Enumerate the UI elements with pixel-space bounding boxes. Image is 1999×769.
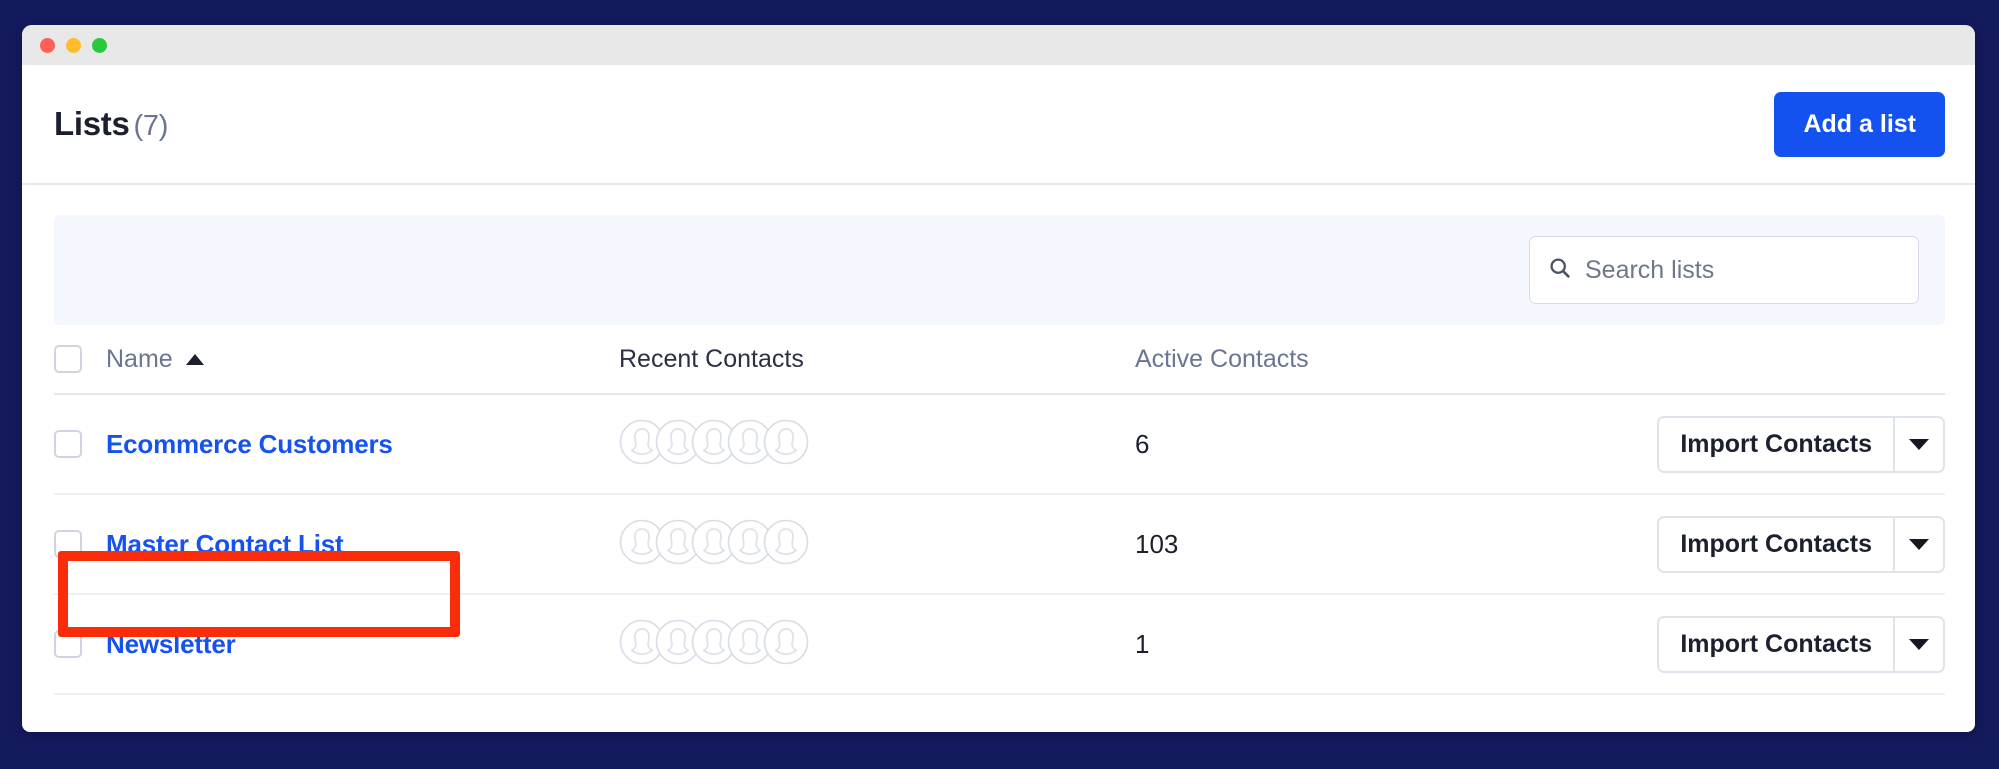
avatar bbox=[763, 519, 809, 570]
search-input[interactable] bbox=[1585, 255, 1907, 285]
row-select-checkbox[interactable] bbox=[54, 530, 82, 558]
search-icon bbox=[1548, 256, 1572, 285]
table-row: Newsletter 1 Import Contacts bbox=[54, 595, 1945, 695]
active-contacts-value: 6 bbox=[1135, 428, 1150, 459]
chevron-down-icon bbox=[1909, 538, 1929, 550]
column-header-name[interactable]: Name bbox=[106, 345, 619, 374]
list-name-link[interactable]: Master Contact List bbox=[106, 529, 344, 559]
select-all-checkbox[interactable] bbox=[54, 345, 82, 373]
import-contacts-split-button: Import Contacts bbox=[1657, 415, 1945, 473]
import-contacts-split-button: Import Contacts bbox=[1657, 515, 1945, 573]
list-name-link[interactable]: Newsletter bbox=[106, 629, 236, 659]
import-contacts-button[interactable]: Import Contacts bbox=[1657, 415, 1893, 473]
recent-contacts-avatars bbox=[619, 519, 1135, 570]
avatar bbox=[763, 619, 809, 670]
page-title: Lists (7) bbox=[54, 105, 168, 143]
import-contacts-button[interactable]: Import Contacts bbox=[1657, 615, 1893, 673]
close-window-button[interactable] bbox=[40, 37, 55, 53]
chevron-down-icon bbox=[1909, 438, 1929, 450]
list-name-link[interactable]: Ecommerce Customers bbox=[106, 429, 393, 459]
column-header-active-contacts-label: Active Contacts bbox=[1135, 344, 1309, 373]
column-header-active-contacts[interactable]: Active Contacts bbox=[1135, 345, 1655, 374]
import-contacts-dropdown-button[interactable] bbox=[1893, 415, 1945, 473]
window-titlebar bbox=[22, 25, 1975, 65]
recent-contacts-avatars bbox=[619, 419, 1135, 470]
filter-section bbox=[22, 185, 1975, 325]
row-select-checkbox[interactable] bbox=[54, 430, 82, 458]
column-header-recent-contacts[interactable]: Recent Contacts bbox=[619, 345, 1135, 374]
active-contacts-value: 103 bbox=[1135, 528, 1179, 559]
column-header-name-label: Name bbox=[106, 344, 173, 373]
table-row: Master Contact List 103 Import Contacts bbox=[54, 495, 1945, 595]
select-all-cell bbox=[54, 345, 106, 373]
add-a-list-button[interactable]: Add a list bbox=[1774, 91, 1945, 157]
filter-bar bbox=[54, 215, 1945, 325]
import-contacts-dropdown-button[interactable] bbox=[1893, 515, 1945, 573]
page-title-text: Lists bbox=[54, 105, 130, 142]
page-header: Lists (7) Add a list bbox=[22, 65, 1975, 185]
avatar bbox=[763, 419, 809, 470]
minimize-window-button[interactable] bbox=[66, 37, 81, 53]
row-select-checkbox[interactable] bbox=[54, 630, 82, 658]
browser-window: Lists (7) Add a list Search lists Name R… bbox=[22, 25, 1975, 732]
column-header-recent-contacts-label: Recent Contacts bbox=[619, 344, 804, 373]
table-row: Ecommerce Customers 6 Import Contacts bbox=[54, 395, 1945, 495]
search-box[interactable] bbox=[1529, 236, 1919, 304]
lists-count: (7) bbox=[133, 110, 169, 142]
recent-contacts-avatars bbox=[619, 619, 1135, 670]
chevron-down-icon bbox=[1909, 638, 1929, 650]
import-contacts-split-button: Import Contacts bbox=[1657, 615, 1945, 673]
table-header-row: Name Recent Contacts Active Contacts bbox=[54, 325, 1945, 395]
triangle-up-icon bbox=[185, 353, 204, 365]
active-contacts-value: 1 bbox=[1135, 628, 1150, 659]
import-contacts-dropdown-button[interactable] bbox=[1893, 615, 1945, 673]
lists-table: Name Recent Contacts Active Contacts Eco… bbox=[22, 325, 1975, 695]
import-contacts-button[interactable]: Import Contacts bbox=[1657, 515, 1893, 573]
maximize-window-button[interactable] bbox=[92, 37, 107, 53]
